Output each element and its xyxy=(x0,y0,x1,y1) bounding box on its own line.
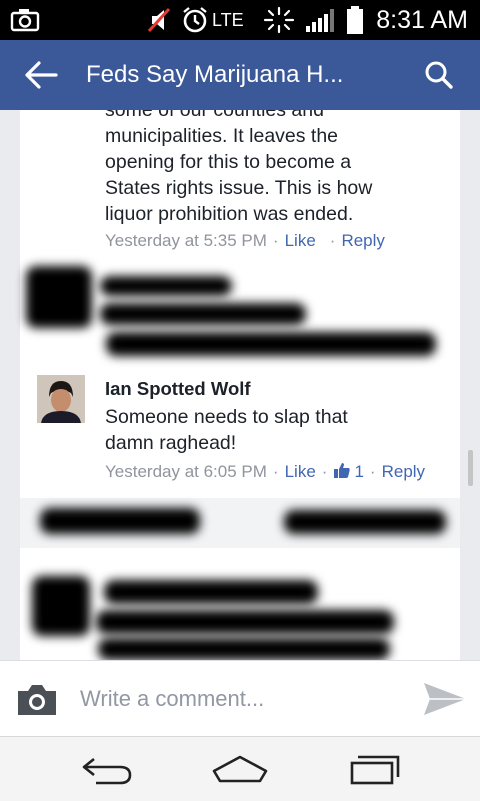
back-arrow-icon[interactable] xyxy=(24,60,58,90)
comment-timestamp: Yesterday at 5:35 PM xyxy=(105,231,267,250)
mute-icon xyxy=(147,7,171,33)
system-nav-bar xyxy=(0,736,480,801)
comment-body: some of our counties and municipalities.… xyxy=(105,110,445,227)
reply-link[interactable]: Reply xyxy=(341,231,384,250)
nav-back-icon[interactable] xyxy=(80,751,136,787)
camera-icon[interactable] xyxy=(16,683,58,717)
network-type: LTE xyxy=(212,9,244,30)
thumbs-up-icon xyxy=(334,463,351,478)
page-title: Feds Say Marijuana H... xyxy=(86,61,344,88)
data-activity-icon xyxy=(263,6,295,34)
redacted-author xyxy=(100,276,232,296)
redacted-text xyxy=(106,332,436,356)
signal-icon xyxy=(306,9,334,32)
avatar[interactable] xyxy=(37,375,85,423)
comment-composer: Write a comment... xyxy=(0,660,480,737)
redacted-avatar xyxy=(32,576,90,636)
user-photo-icon xyxy=(37,375,85,423)
reply-link[interactable]: Reply xyxy=(382,462,425,481)
comment-timestamp: Yesterday at 6:05 PM xyxy=(105,462,267,481)
like-count-value: 1 xyxy=(354,462,364,481)
comment-line: liquor prohibition was ended. xyxy=(105,203,354,225)
redacted-text xyxy=(96,610,394,634)
redacted-text xyxy=(40,508,200,534)
redacted-text xyxy=(100,303,306,325)
comment-line: some of our counties and xyxy=(105,110,324,121)
redacted-text xyxy=(284,510,446,534)
comment-input[interactable]: Write a comment... xyxy=(80,661,264,737)
comment-line: opening for this to become a xyxy=(105,151,352,173)
battery-icon xyxy=(347,6,363,34)
like-link[interactable]: Like xyxy=(285,231,316,250)
redacted-avatar xyxy=(26,266,92,328)
comment-line: municipalities. It leaves the xyxy=(105,125,339,147)
nav-recents-icon[interactable] xyxy=(348,751,404,787)
search-icon[interactable] xyxy=(424,60,454,90)
status-bar: LTE 8:31 AM xyxy=(0,0,480,40)
clock: 8:31 AM xyxy=(376,5,468,34)
comment-body: Someone needs to slap that damn raghead! xyxy=(105,404,445,456)
send-icon[interactable] xyxy=(420,679,468,719)
comment-meta: Yesterday at 6:05 PM · Like · 1 · Reply xyxy=(105,462,426,481)
comment-meta: Yesterday at 5:35 PM · Like · Reply xyxy=(105,231,385,250)
comment-line: Someone needs to slap that xyxy=(105,406,348,428)
comment-line: States rights issue. This is how xyxy=(105,177,373,199)
redacted-author xyxy=(104,580,318,604)
camera-icon xyxy=(10,9,40,32)
alarm-icon xyxy=(183,7,207,33)
like-count[interactable]: 1 xyxy=(333,462,364,481)
redacted-text xyxy=(98,638,390,660)
nav-home-icon[interactable] xyxy=(210,751,270,787)
comment-line: damn raghead! xyxy=(105,432,237,454)
comment-list[interactable]: some of our counties and municipalities.… xyxy=(0,110,480,660)
like-link[interactable]: Like xyxy=(285,462,316,481)
comment-author[interactable]: Ian Spotted Wolf xyxy=(105,378,251,400)
app-bar: Feds Say Marijuana H... xyxy=(0,40,480,110)
scrollbar-thumb[interactable] xyxy=(468,450,473,486)
